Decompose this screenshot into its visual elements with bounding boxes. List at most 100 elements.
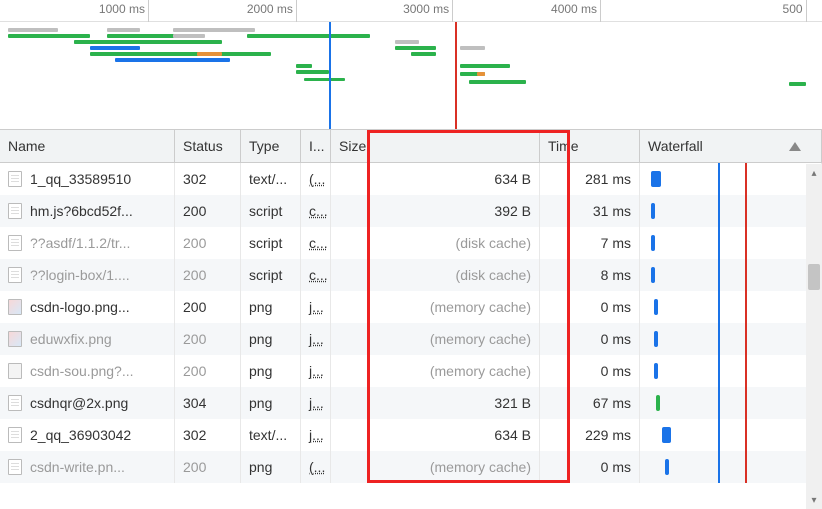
time-cell: 0 ms	[540, 355, 640, 387]
load-line	[745, 227, 747, 259]
load-line	[745, 163, 747, 195]
initiator-cell: j...	[301, 323, 331, 355]
load-line	[745, 195, 747, 227]
col-header-type[interactable]: Type	[241, 130, 301, 162]
type-cell: text/...	[241, 163, 301, 195]
waterfall-bar	[651, 267, 655, 283]
status-cell: 302	[175, 163, 241, 195]
table-row[interactable]: hm.js?6bcd52f...200scriptc...392 B31 ms	[0, 195, 822, 227]
load-line	[745, 451, 747, 483]
size-cell: 392 B	[331, 195, 540, 227]
vertical-scrollbar[interactable]: ▴ ▾	[806, 164, 822, 509]
time-cell: 0 ms	[540, 451, 640, 483]
waterfall-cell	[640, 227, 822, 259]
table-row[interactable]: 1_qq_33589510302text/...(...634 B281 ms	[0, 163, 822, 195]
table-row[interactable]: eduwxfix.png200pngj...(memory cache)0 ms	[0, 323, 822, 355]
request-name: ??login-box/1....	[30, 267, 130, 283]
load-line	[745, 323, 747, 355]
request-name: csdn-write.pn...	[30, 459, 125, 475]
file-icon	[8, 459, 22, 475]
initiator-cell: j...	[301, 291, 331, 323]
initiator-cell: j...	[301, 387, 331, 419]
initiator-cell: j...	[301, 419, 331, 451]
col-header-time[interactable]: Time	[540, 130, 640, 162]
time-cell: 0 ms	[540, 291, 640, 323]
ruler-tick: 4000 ms	[600, 0, 601, 22]
time-cell: 8 ms	[540, 259, 640, 291]
col-header-name[interactable]: Name	[0, 130, 175, 162]
initiator-cell: c...	[301, 259, 331, 291]
initiator-cell: (...	[301, 451, 331, 483]
col-header-waterfall[interactable]: Waterfall	[640, 130, 822, 162]
network-table: Name Status Type I... Size Time Waterfal…	[0, 130, 822, 483]
size-cell: (memory cache)	[331, 291, 540, 323]
status-cell: 200	[175, 355, 241, 387]
request-name: csdn-logo.png...	[30, 299, 130, 315]
waterfall-bar	[654, 363, 658, 379]
status-cell: 304	[175, 387, 241, 419]
table-row[interactable]: ??asdf/1.1.2/tr...200scriptc...(disk cac…	[0, 227, 822, 259]
timeline-overview[interactable]: 1000 ms2000 ms3000 ms4000 ms500	[0, 0, 822, 130]
waterfall-bar	[651, 235, 655, 251]
status-cell: 200	[175, 195, 241, 227]
size-cell: (disk cache)	[331, 227, 540, 259]
request-name: hm.js?6bcd52f...	[30, 203, 133, 219]
time-cell: 7 ms	[540, 227, 640, 259]
type-cell: script	[241, 227, 301, 259]
type-cell: png	[241, 291, 301, 323]
table-row[interactable]: csdn-sou.png?...200pngj...(memory cache)…	[0, 355, 822, 387]
waterfall-cell	[640, 195, 822, 227]
file-icon	[8, 267, 22, 283]
time-cell: 229 ms	[540, 419, 640, 451]
dcl-line	[718, 451, 720, 483]
load-line	[745, 355, 747, 387]
waterfall-bar	[654, 331, 658, 347]
request-name: ??asdf/1.1.2/tr...	[30, 235, 130, 251]
table-header: Name Status Type I... Size Time Waterfal…	[0, 130, 822, 163]
file-icon	[8, 427, 22, 443]
waterfall-bar	[651, 171, 661, 187]
time-cell: 31 ms	[540, 195, 640, 227]
col-header-status[interactable]: Status	[175, 130, 241, 162]
scroll-down-icon[interactable]: ▾	[806, 491, 822, 509]
file-icon	[8, 171, 22, 187]
col-header-size[interactable]: Size	[331, 130, 540, 162]
status-cell: 200	[175, 259, 241, 291]
col-header-initiator[interactable]: I...	[301, 130, 331, 162]
size-cell: 634 B	[331, 163, 540, 195]
waterfall-cell	[640, 291, 822, 323]
size-cell: (disk cache)	[331, 259, 540, 291]
load-line	[745, 387, 747, 419]
load-line	[745, 259, 747, 291]
waterfall-bar	[665, 459, 669, 475]
waterfall-cell	[640, 419, 822, 451]
waterfall-bar	[654, 299, 658, 315]
request-name: eduwxfix.png	[30, 331, 112, 347]
scroll-up-icon[interactable]: ▴	[806, 164, 822, 182]
initiator-cell: c...	[301, 195, 331, 227]
table-row[interactable]: ??login-box/1.... 200scriptc...(disk cach…	[0, 259, 822, 291]
table-row[interactable]: 2_qq_36903042302text/...j...634 B229 ms	[0, 419, 822, 451]
load-line	[745, 419, 747, 451]
col-header-waterfall-label: Waterfall	[648, 138, 703, 154]
dcl-line	[718, 163, 720, 195]
file-icon	[8, 235, 22, 251]
file-icon	[8, 299, 22, 315]
scroll-thumb[interactable]	[808, 264, 820, 290]
load-line	[745, 291, 747, 323]
type-cell: png	[241, 323, 301, 355]
table-row[interactable]: csdnqr@2x.png304pngj...321 B67 ms	[0, 387, 822, 419]
file-icon	[8, 363, 22, 379]
table-row[interactable]: csdn-write.pn...200png(...(memory cache)…	[0, 451, 822, 483]
table-row[interactable]: csdn-logo.png...200pngj...(memory cache)…	[0, 291, 822, 323]
file-icon	[8, 331, 22, 347]
status-cell: 302	[175, 419, 241, 451]
status-cell: 200	[175, 451, 241, 483]
dcl-line	[718, 227, 720, 259]
type-cell: script	[241, 259, 301, 291]
ruler-tick: 3000 ms	[452, 0, 453, 22]
waterfall-cell	[640, 355, 822, 387]
load-marker	[455, 22, 457, 130]
dcl-line	[718, 419, 720, 451]
type-cell: png	[241, 355, 301, 387]
